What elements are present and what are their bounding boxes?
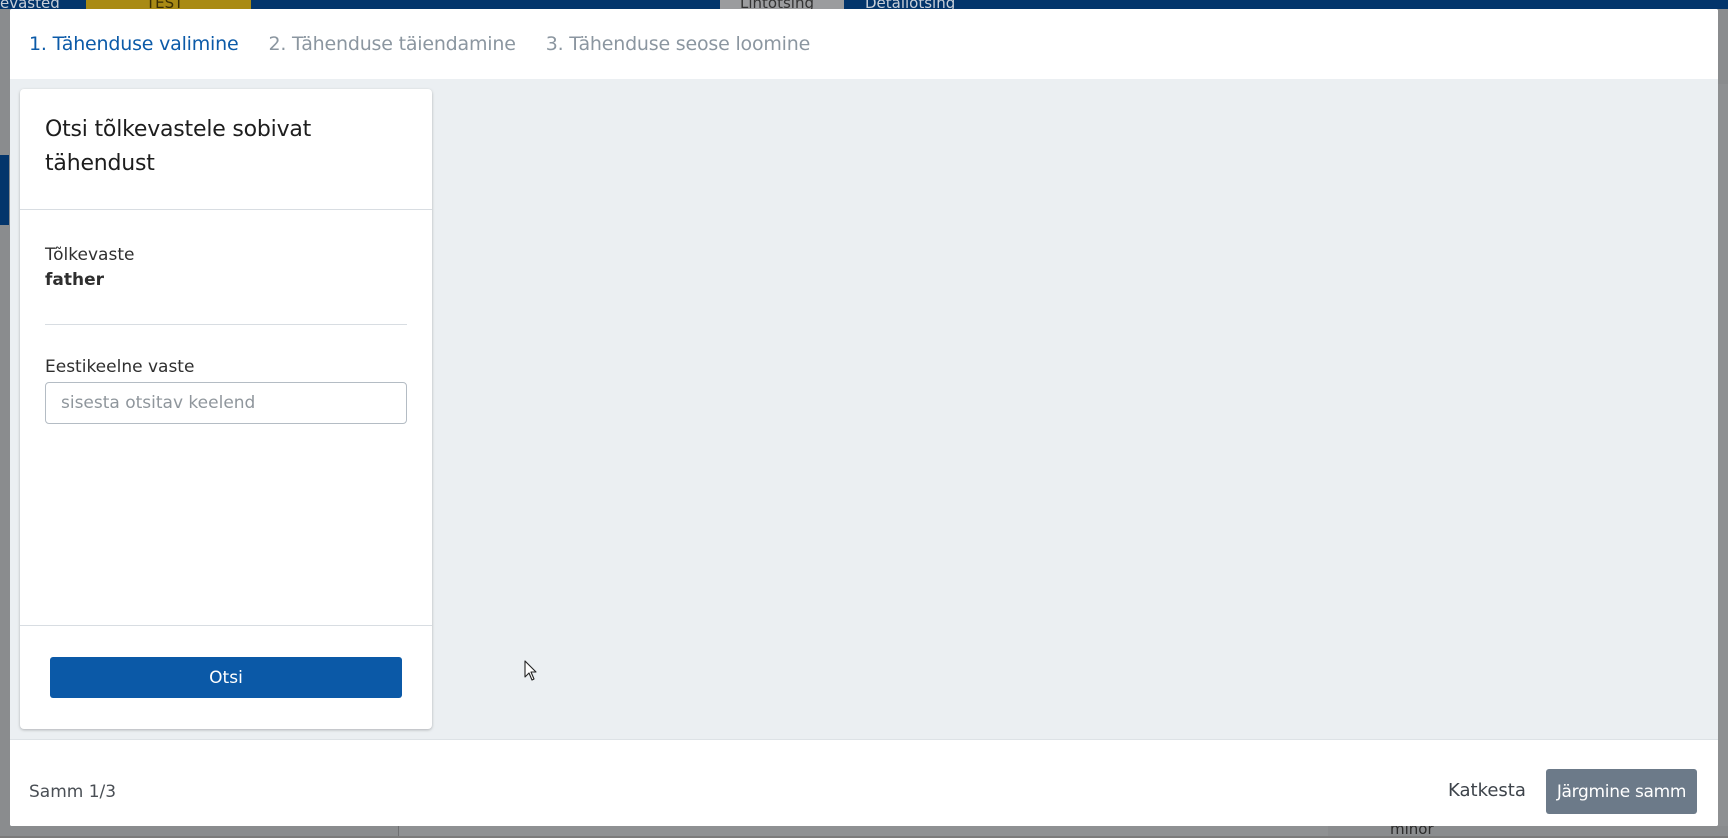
step-counter: Samm 1/3 [29, 782, 117, 802]
translation-value: father [45, 270, 105, 290]
step-tab-2[interactable]: 2. Tähenduse täiendamine [268, 33, 515, 55]
background-bottom: minor [0, 820, 1728, 838]
search-button[interactable]: Otsi [50, 657, 402, 698]
card-footer-divider [20, 625, 432, 626]
estonian-equivalent-input[interactable] [45, 382, 407, 424]
background-panel [398, 826, 1328, 836]
wizard-footer: Samm 1/3 Katkesta Järgmine samm [10, 739, 1718, 826]
background-topbar: evasted TEST Lihtotsing Detailotsing [0, 0, 1728, 12]
wizard-steps-header: 1. Tähenduse valimine 2. Tähenduse täien… [10, 9, 1718, 79]
search-meaning-card: Otsi tõlkevastele sobivat tähendust Tõlk… [20, 89, 432, 729]
translation-label: Tõlkevaste [45, 245, 135, 265]
background-left-strip [0, 155, 9, 225]
card-title-divider [20, 209, 432, 210]
background-tab-simple-search: Lihtotsing [720, 0, 844, 12]
card-title: Otsi tõlkevastele sobivat tähendust [45, 117, 312, 176]
cancel-button[interactable]: Katkesta [1448, 780, 1526, 801]
field-divider [45, 324, 407, 325]
meaning-wizard-modal: 1. Tähenduse valimine 2. Tähenduse täien… [10, 9, 1718, 826]
background-right-strip [1718, 84, 1728, 836]
next-step-button[interactable]: Järgmine samm [1546, 769, 1697, 814]
mouse-cursor-icon [524, 660, 537, 681]
step-tab-3[interactable]: 3. Tähenduse seose loomine [546, 33, 811, 55]
estonian-equivalent-label: Eestikeelne vaste [45, 357, 195, 377]
step-tab-1[interactable]: 1. Tähenduse valimine [29, 33, 239, 55]
background-test-badge: TEST [86, 0, 251, 12]
